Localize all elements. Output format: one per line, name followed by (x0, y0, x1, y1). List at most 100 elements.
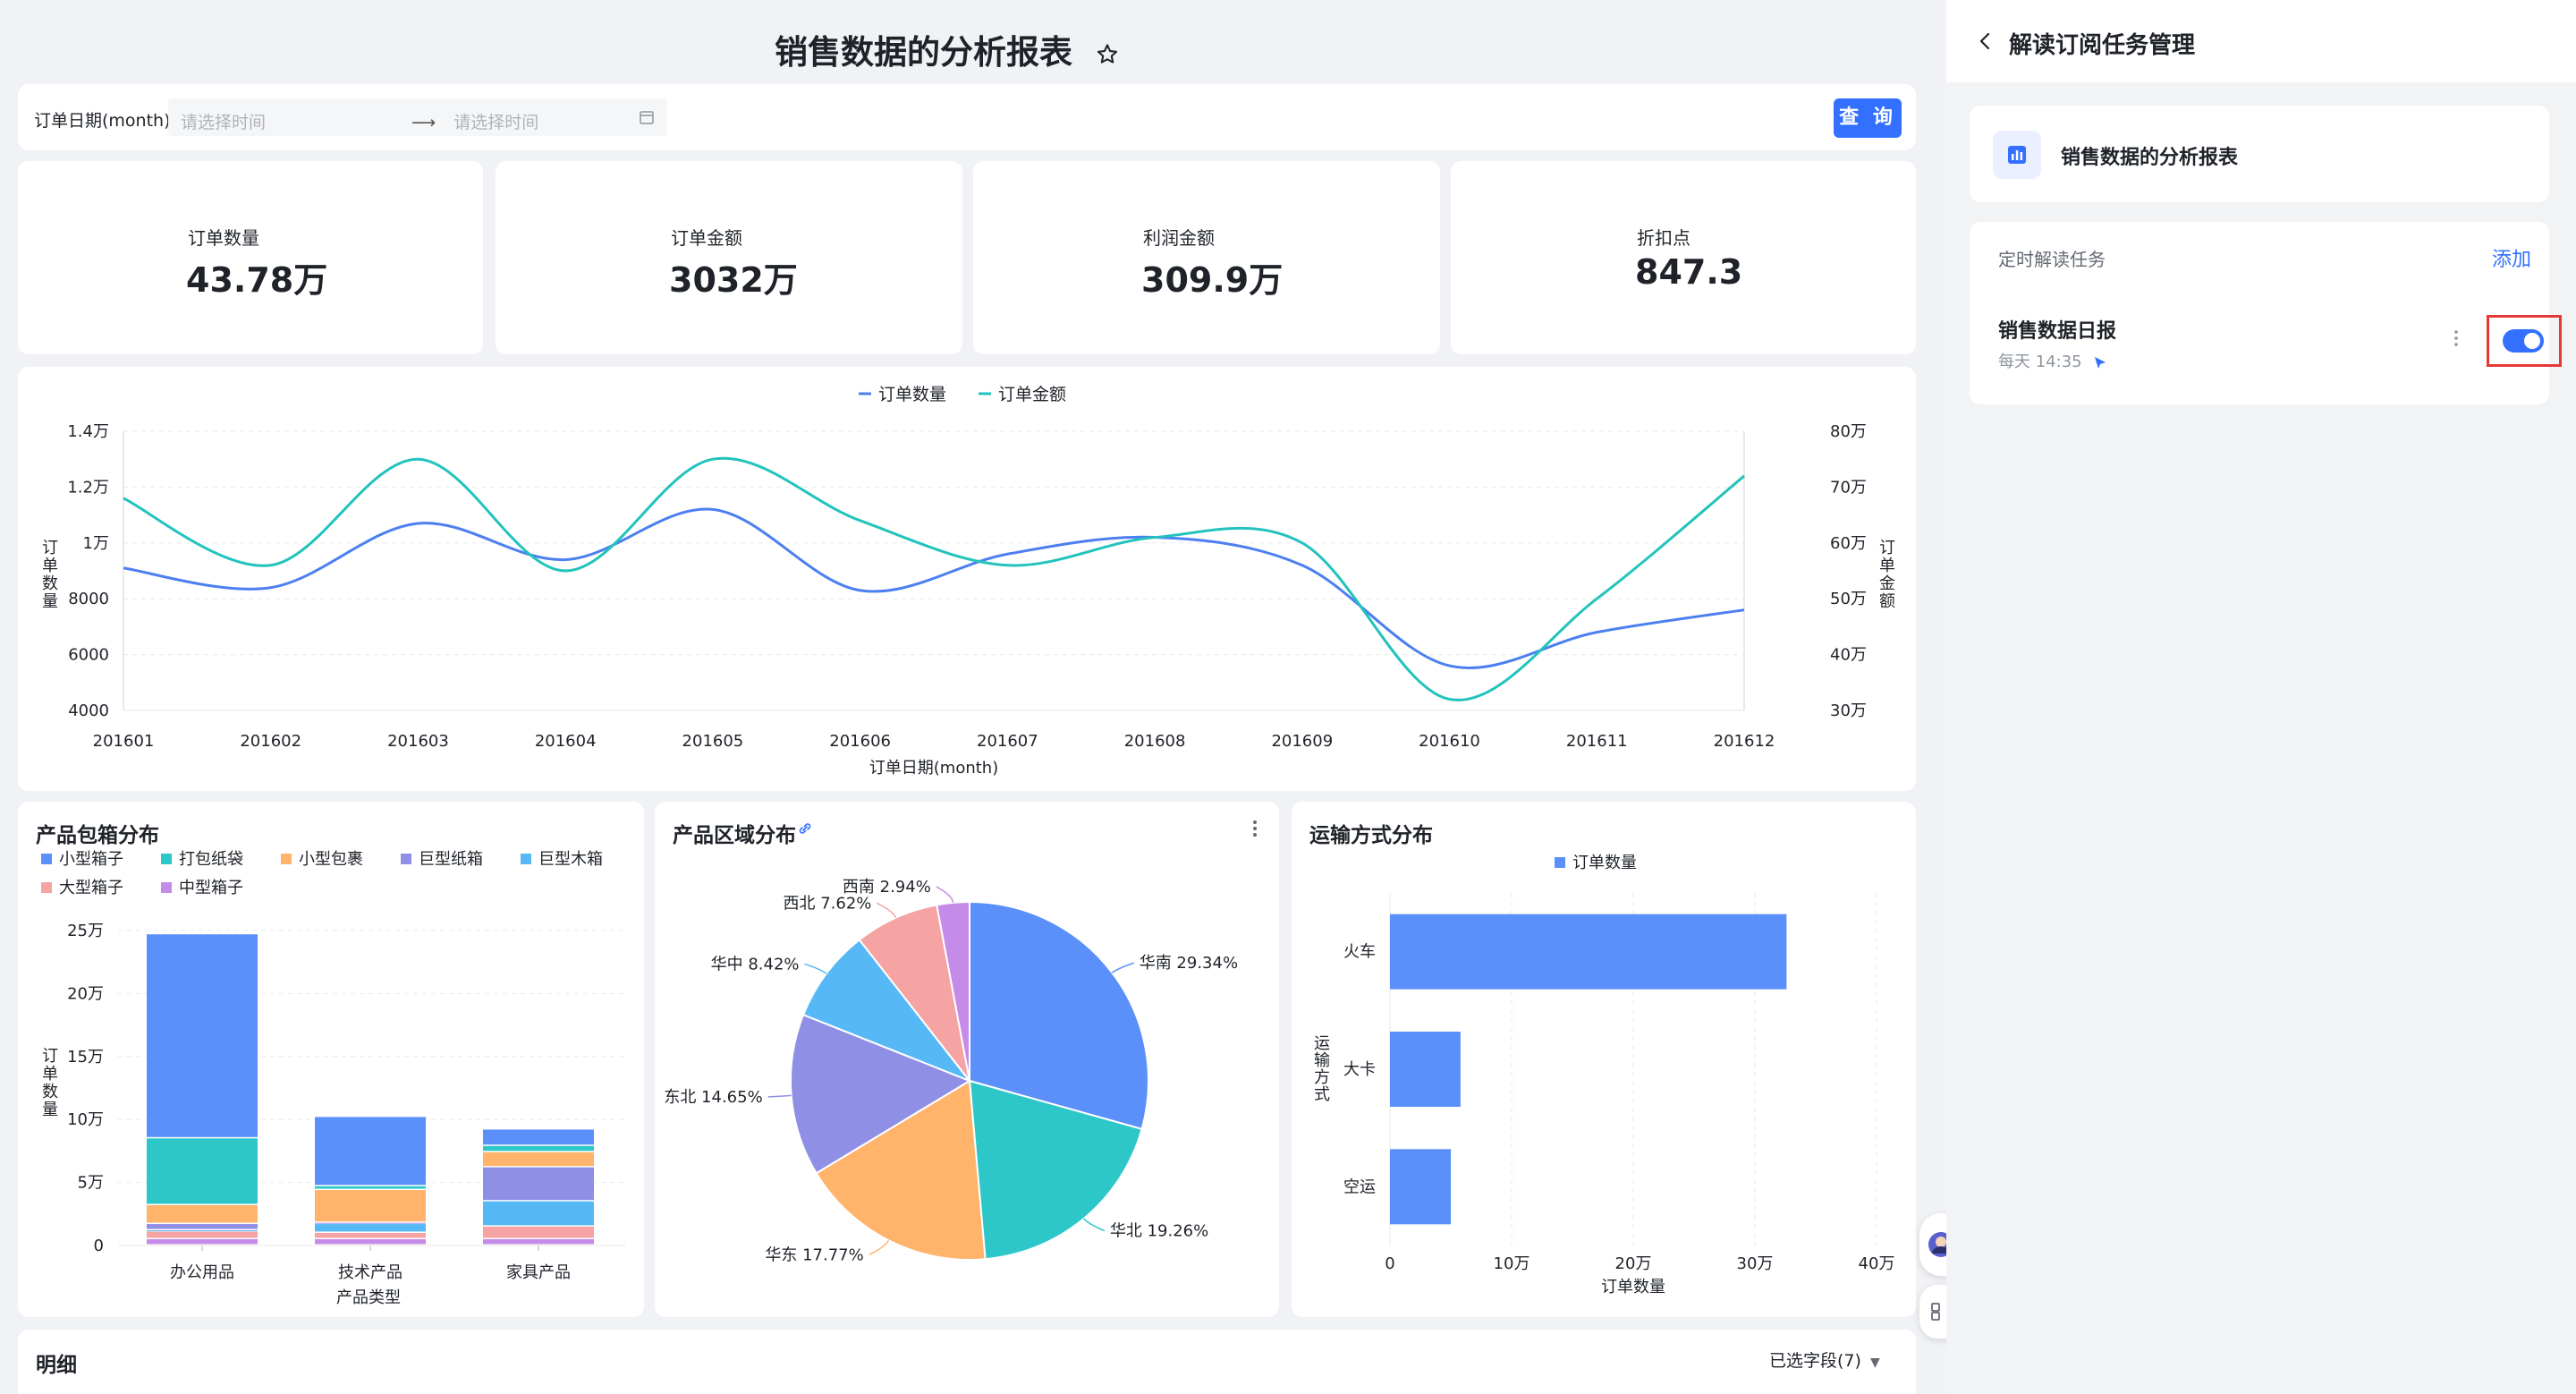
slice-label: 东北 14.65% (664, 1088, 762, 1107)
y-right-tick-label: 80万 (1830, 422, 1867, 441)
x-tick-label: 201607 (977, 732, 1038, 751)
end-date-input[interactable]: ⟶ 请选择时间 (399, 98, 667, 136)
line-chart-card: 订单数量 订单金额 4000 6000 8000 1万 1.2万 1.4万 30万 40万 50万 6… (18, 367, 1916, 791)
x-tick-label: 201604 (535, 732, 597, 751)
legend-label[interactable]: 巨型纸箱 (419, 850, 483, 869)
panel-header: 解读订阅任务管理 (1946, 0, 2576, 82)
bar-segment[interactable] (483, 1238, 594, 1245)
calendar-icon[interactable] (639, 109, 655, 125)
x-tick-label: 201606 (829, 732, 891, 751)
bar-segment[interactable] (483, 1167, 594, 1201)
bar-segment[interactable] (315, 1224, 426, 1232)
bar-segment[interactable] (147, 934, 258, 1137)
legend-label[interactable]: 中型箱子 (179, 879, 243, 897)
y-axis-title: 输 (1314, 1051, 1330, 1070)
y-tick-label: 大卡 (1343, 1060, 1376, 1079)
y-tick-label: 火车 (1343, 943, 1376, 962)
task-schedule-text: 每天 14:35 (1998, 353, 2082, 371)
x-tick-label: 办公用品 (170, 1263, 234, 1282)
slice-label: 西南 2.94% (843, 878, 931, 897)
legend-swatch (401, 854, 411, 864)
series-line-1[interactable] (123, 507, 1745, 669)
bar-segment[interactable] (147, 1238, 258, 1245)
x-tick-label: 30万 (1737, 1254, 1774, 1273)
x-tick-label: 40万 (1859, 1254, 1895, 1273)
bar-segment[interactable] (483, 1129, 594, 1145)
back-chevron-icon[interactable] (1977, 30, 1995, 52)
section-label: 定时解读任务 (1998, 249, 2106, 270)
kpi-card-order-count: 订单数量 43.78万 (18, 161, 483, 354)
add-task-link[interactable]: 添加 (2492, 243, 2531, 272)
y-tick-label: 1万 (83, 534, 109, 553)
task-more-icon[interactable] (2453, 327, 2460, 349)
bar-segment[interactable] (315, 1238, 426, 1245)
legend-label[interactable]: 订单金额 (998, 385, 1066, 404)
x-tick-label: 201605 (682, 732, 744, 751)
range-arrow-icon: ⟶ (411, 113, 436, 132)
star-icon[interactable] (1095, 42, 1120, 67)
legend-label[interactable]: 订单数量 (1572, 854, 1637, 872)
layout-icon (1931, 1303, 1940, 1321)
selected-fields-label: 已选字段(7) (1769, 1351, 1861, 1371)
details-card: 明细 已选字段(7) ▼ (18, 1330, 1916, 1394)
filter-bar: 订单日期(month) 请选择时间 ⟶ 请选择时间 查 询 (18, 84, 1916, 150)
start-date-input[interactable]: 请选择时间 (168, 98, 401, 136)
bar-segment[interactable] (315, 1222, 426, 1224)
legend-label[interactable]: 打包纸袋 (179, 850, 243, 869)
legend-label[interactable]: 小型箱子 (59, 850, 123, 869)
legend-label[interactable]: 巨型木箱 (538, 850, 603, 869)
bar-segment[interactable] (147, 1230, 258, 1232)
bar-segment[interactable] (483, 1226, 594, 1238)
y-right-axis-title: 单 (1879, 557, 1895, 575)
y-tick-label: 4000 (68, 701, 109, 720)
package-chart-card: 产品包箱分布 小型箱子 打包纸袋 小型包裹 巨型纸箱 巨型木箱 大型箱子 中型箱子 0 5万 10… (18, 802, 644, 1317)
kpi-value: 847.3 (1635, 252, 1743, 292)
y-tick-label: 1.4万 (67, 422, 109, 441)
legend-swatch (41, 854, 52, 864)
slice-label: 西北 7.62% (783, 894, 871, 913)
bar-segment[interactable] (147, 1204, 258, 1223)
bar[interactable] (1390, 1032, 1461, 1107)
bar[interactable] (1390, 914, 1787, 990)
legend-label[interactable]: 小型包裹 (299, 850, 363, 869)
slice-label: 华南 29.34% (1140, 954, 1238, 973)
y-tick-label: 15万 (67, 1048, 104, 1067)
slice-label: 华北 19.26% (1110, 1222, 1208, 1241)
report-icon (1993, 131, 2041, 179)
bar-segment[interactable] (315, 1117, 426, 1186)
x-tick-label: 0 (1385, 1254, 1394, 1273)
bar-segment[interactable] (147, 1224, 258, 1229)
subscription-panel: 解读订阅任务管理 销售数据的分析报表 定时解读任务 添加 销售数据日报 每天 1… (1946, 0, 2576, 1394)
report-card[interactable]: 销售数据的分析报表 (1970, 106, 2549, 202)
x-tick-label: 201608 (1124, 732, 1186, 751)
bar-segment[interactable] (315, 1186, 426, 1189)
bar-segment[interactable] (483, 1145, 594, 1152)
bar[interactable] (1390, 1149, 1451, 1225)
task-schedule: 每天 14:35 (1998, 349, 2108, 372)
y-axis-title: 量 (42, 592, 58, 611)
legend-label[interactable]: 大型箱子 (59, 879, 123, 897)
y-axis-title: 方 (1314, 1068, 1330, 1087)
region-pie-chart: 华南 29.34% 华北 19.26% 华东 17.77% 东北 14.65% 华中 8… (664, 878, 1238, 1264)
bar-segment[interactable] (147, 1138, 258, 1204)
bar-segment[interactable] (147, 1231, 258, 1238)
legend-label[interactable]: 订单数量 (878, 385, 946, 404)
bar-segment[interactable] (483, 1152, 594, 1167)
lark-icon (2095, 357, 2106, 369)
label-leader-line (869, 1239, 890, 1256)
bar-segment[interactable] (315, 1190, 426, 1222)
query-button[interactable]: 查 询 (1834, 98, 1902, 138)
page-title-text: 销售数据的分析报表 (775, 33, 1073, 72)
kpi-card-order-amount: 订单金额 3032万 (496, 161, 962, 354)
filter-label: 订单日期(month) (34, 111, 171, 131)
legend-swatch (521, 854, 531, 864)
label-leader-line (936, 886, 954, 904)
y-axis-title: 订 (42, 539, 58, 557)
bar-segment[interactable] (483, 1201, 594, 1226)
x-tick-label: 201612 (1714, 732, 1775, 751)
panel-title: 解读订阅任务管理 (2009, 32, 2196, 59)
bar-segment[interactable] (315, 1232, 426, 1238)
task-enable-toggle[interactable] (2503, 329, 2544, 353)
x-tick-label: 201601 (93, 732, 155, 751)
selected-fields-dropdown[interactable]: 已选字段(7) ▼ (1769, 1347, 1880, 1372)
